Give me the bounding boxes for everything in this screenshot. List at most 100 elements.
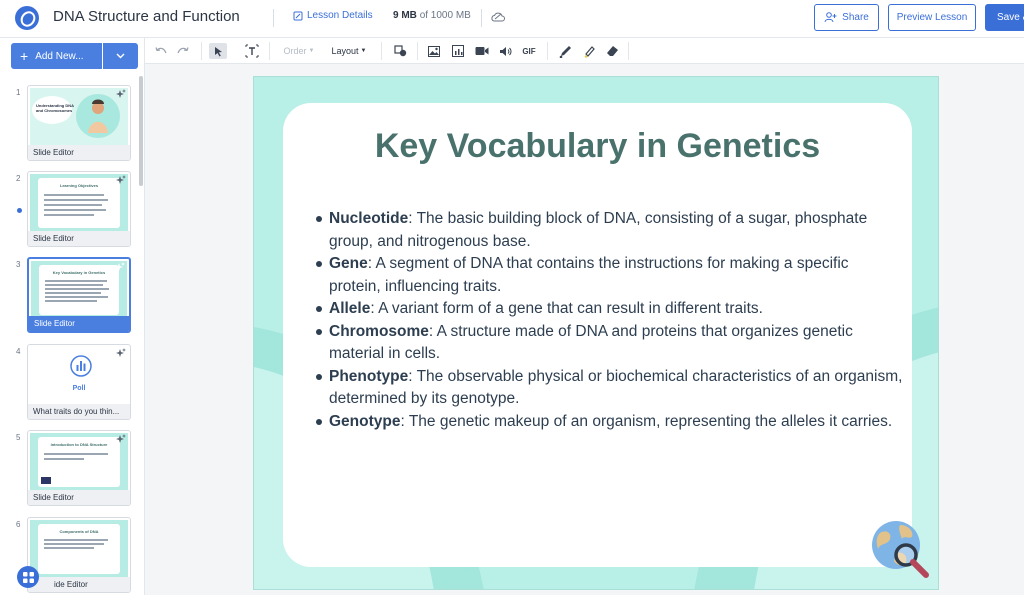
slide-preview-title: Understanding DNA and Chromosomes	[36, 103, 74, 113]
chevron-down-icon	[116, 53, 125, 59]
text-icon	[245, 44, 259, 58]
vocab-definition: : The observable physical or biochemical…	[329, 367, 903, 408]
slide-preview-card: Introduction to DNA Structure	[38, 437, 120, 487]
slide-thumbnail-1[interactable]: Understanding DNA and Chromosomes Slide …	[27, 85, 131, 161]
slide-number: 5	[16, 433, 21, 442]
slides-sidebar: + Add New... 1 Understanding DNA and Chr…	[0, 38, 145, 595]
text-line	[44, 543, 104, 545]
preview-lesson-button[interactable]: Preview Lesson	[888, 4, 976, 31]
eraser-tool-button[interactable]	[604, 43, 620, 59]
image-placeholder	[41, 477, 51, 484]
storage-indicator: 9 MB of 1000 MB	[393, 10, 471, 21]
order-label: Order	[283, 46, 307, 56]
vocab-term: Genotype	[329, 412, 401, 430]
slide-preview: Key Vocabulary in Genetics	[31, 261, 127, 319]
slide-preview-card: Key Vocabulary in Genetics	[39, 265, 119, 315]
cursor-icon	[214, 46, 222, 56]
highlighter-icon	[584, 45, 595, 58]
slide-heading[interactable]: Key Vocabulary in Genetics	[283, 127, 912, 166]
pen-tool-button[interactable]	[557, 43, 573, 59]
slide-thumbnail-2[interactable]: Learning Objectives Slide Editor	[27, 171, 131, 247]
slide-footer-label: What traits do you thin...	[28, 404, 130, 419]
redo-icon	[177, 47, 189, 54]
sparkle-icon[interactable]	[116, 175, 126, 185]
text-line	[45, 284, 103, 286]
slide-number: 6	[16, 520, 21, 529]
vocab-term: Allele	[329, 300, 371, 317]
video-tool-button[interactable]	[474, 43, 490, 59]
sparkle-icon[interactable]	[116, 434, 126, 444]
globe-magnifier-icon[interactable]	[866, 515, 936, 585]
slide-preview: Poll	[30, 347, 128, 405]
slide-preview-card: Components of DNA	[38, 524, 120, 574]
editor-toolbar: Order ▼ Layout ▼ GIF	[145, 38, 1024, 64]
vocab-term: Gene	[329, 255, 368, 272]
text-line	[45, 292, 101, 294]
redo-button[interactable]	[175, 43, 191, 59]
slide-preview-title: Introduction to DNA Structure	[50, 442, 108, 447]
text-line	[44, 547, 94, 549]
text-line	[45, 300, 97, 302]
slide-preview: Understanding DNA and Chromosomes	[30, 88, 128, 146]
order-dropdown[interactable]: Order ▼	[281, 43, 317, 59]
slide-thumbnail-3[interactable]: Key Vocabulary in Genetics Slide Editor	[27, 257, 131, 333]
chart-tool-button[interactable]	[450, 43, 466, 59]
vocab-definition: : A variant form of a gene that can resu…	[370, 300, 763, 317]
add-new-label: Add New...	[35, 50, 84, 62]
slide-preview-card: Learning Objectives	[38, 178, 120, 228]
eraser-icon	[606, 46, 618, 56]
list-item: Chromosome: A structure made of DNA and …	[313, 321, 903, 366]
slide-thumbnail-4[interactable]: Poll What traits do you thin...	[27, 344, 131, 420]
list-item: Phenotype: The observable physical or bi…	[313, 366, 903, 411]
sparkle-icon[interactable]	[116, 348, 126, 358]
sparkle-icon[interactable]	[116, 89, 126, 99]
layout-dropdown[interactable]: Layout ▼	[329, 43, 369, 59]
apps-menu-button[interactable]	[17, 566, 39, 588]
shapes-tool-button[interactable]	[391, 43, 409, 59]
slide-footer-label: Slide Editor	[28, 145, 130, 160]
text-line	[44, 209, 106, 211]
vocab-list[interactable]: Nucleotide: The basic building block of …	[313, 208, 903, 433]
lesson-details-label: Lesson Details	[307, 10, 373, 21]
slide-footer-label: Slide Editor	[29, 316, 129, 331]
lesson-title[interactable]: DNA Structure and Function	[53, 8, 240, 25]
caret-down-icon: ▼	[360, 48, 367, 54]
gif-tool-button[interactable]: GIF	[519, 43, 539, 59]
toolbar-divider	[628, 42, 629, 60]
highlighter-tool-button[interactable]	[581, 43, 597, 59]
slide-preview-title: Learning Objectives	[59, 183, 99, 188]
plus-icon: +	[20, 48, 29, 64]
video-icon	[475, 47, 489, 55]
slide-thumbnail-6[interactable]: Components of DNA ide Editor	[27, 517, 131, 593]
vocab-term: Chromosome	[329, 322, 429, 340]
vocab-definition: : The basic building block of DNA, consi…	[329, 210, 868, 250]
list-item: Genotype: The genetic makeup of an organ…	[313, 411, 903, 434]
sidebar-scrollbar[interactable]	[139, 76, 143, 186]
slide-thumbnail-5[interactable]: Introduction to DNA Structure Slide Edit…	[27, 430, 131, 506]
toolbar-divider	[201, 42, 202, 60]
pen-icon	[559, 45, 571, 58]
add-new-dropdown-button[interactable]	[103, 43, 138, 69]
lesson-details-link[interactable]: Lesson Details	[293, 10, 373, 21]
poll-icon	[70, 355, 92, 377]
toolbar-divider	[547, 42, 548, 60]
text-line	[45, 296, 108, 298]
sparkle-icon[interactable]	[115, 262, 125, 272]
toolbar-divider	[381, 42, 382, 60]
text-line	[44, 204, 102, 206]
slide[interactable]: Key Vocabulary in Genetics Nucleotide: T…	[253, 76, 939, 590]
share-button[interactable]: Share	[814, 4, 879, 31]
layout-label: Layout	[331, 46, 359, 56]
undo-button[interactable]	[153, 43, 169, 59]
save-button[interactable]: Save &	[985, 4, 1024, 31]
audio-tool-button[interactable]	[497, 43, 513, 59]
text-tool-button[interactable]	[243, 43, 261, 59]
slide-preview-title: Key Vocabulary in Genetics	[52, 270, 106, 275]
app-logo-icon[interactable]	[15, 6, 39, 30]
vocab-definition: : The genetic makeup of an organism, rep…	[400, 412, 893, 430]
image-tool-button[interactable]	[426, 43, 442, 59]
add-new-button[interactable]: + Add New...	[11, 43, 102, 69]
select-tool-button[interactable]	[209, 43, 227, 59]
slide-preview: Components of DNA	[30, 520, 128, 578]
text-line	[44, 199, 108, 201]
